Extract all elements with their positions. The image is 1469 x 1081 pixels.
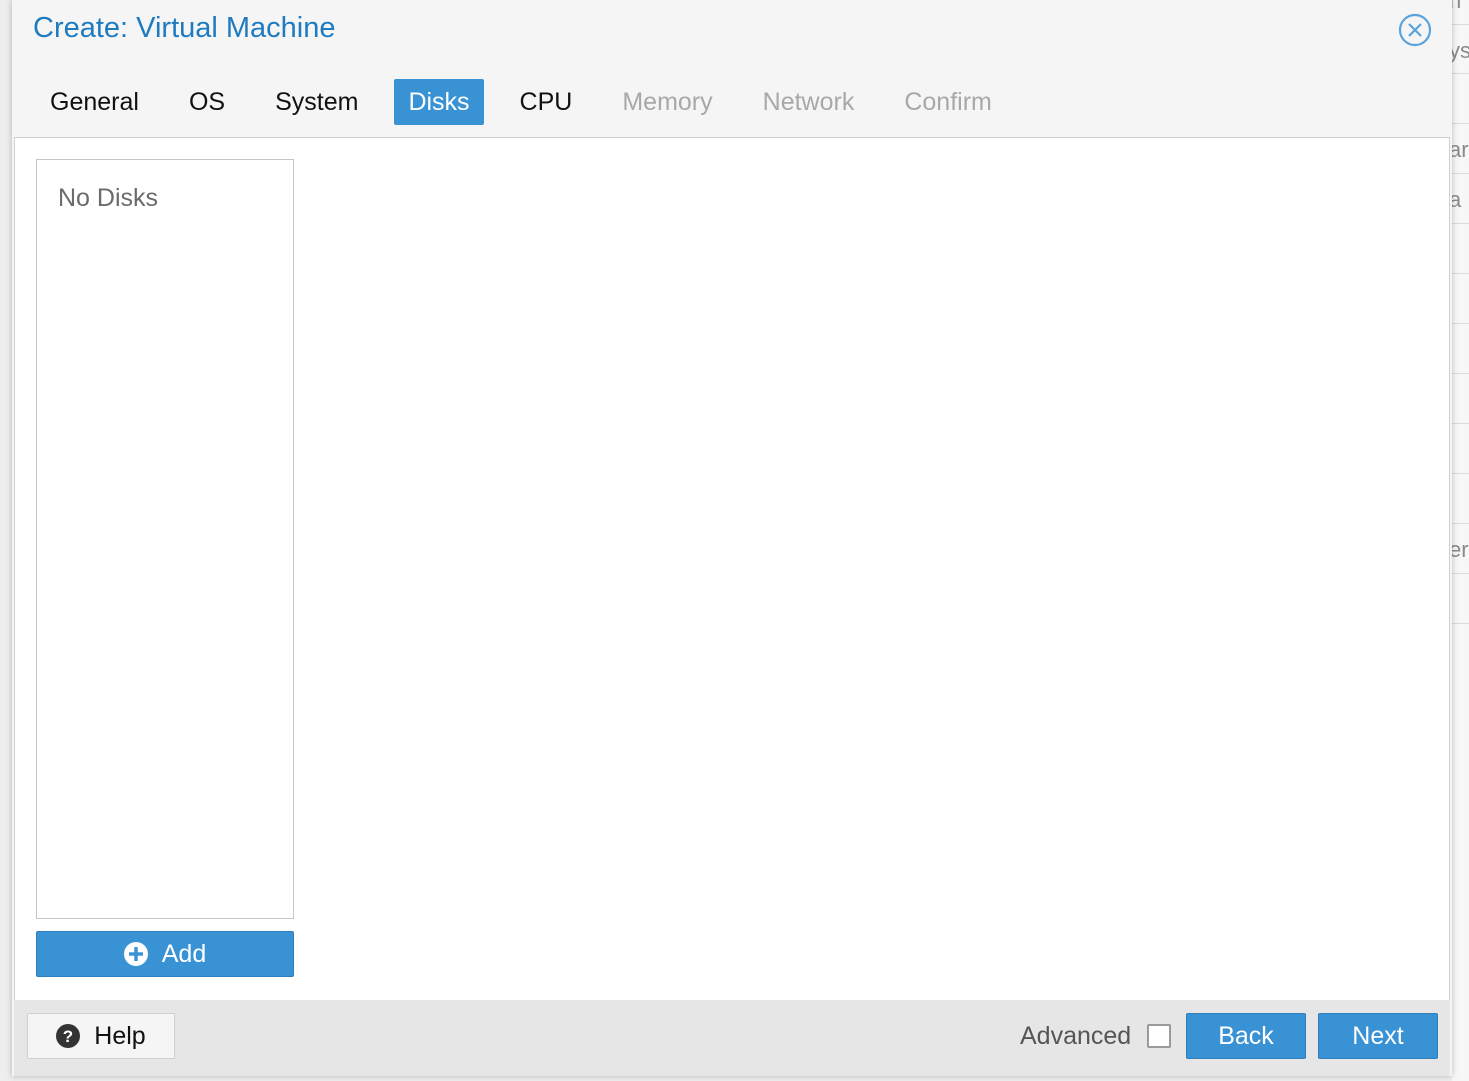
create-vm-dialog: Create: Virtual Machine General OS Syste… [12,0,1452,1076]
help-button[interactable]: ? Help [27,1013,175,1059]
background-row [1452,223,1469,274]
disks-panel: No Disks Add [14,137,1450,1001]
background-row [1452,473,1469,524]
tab-network: Network [762,88,855,116]
background-text: ys [1452,38,1469,63]
background-row [1452,373,1469,424]
question-circle-icon: ? [56,1024,81,1048]
add-disk-button[interactable]: Add [36,931,294,977]
tab-confirm: Confirm [904,88,992,116]
svg-text:?: ? [63,1027,73,1046]
background-row [1452,423,1469,474]
tab-memory: Memory [622,88,713,116]
advanced-checkbox[interactable] [1147,1024,1171,1048]
tab-general[interactable]: General [36,79,153,125]
next-button[interactable]: Next [1318,1013,1438,1059]
add-button-label: Add [161,939,207,968]
background-row [1452,323,1469,374]
help-button-label: Help [94,1021,146,1050]
back-button[interactable]: Back [1186,1013,1306,1059]
background-panel-edge: n ys ar a er [1452,0,1469,1081]
advanced-label: Advanced [1020,1022,1132,1050]
background-text: er [1452,537,1469,562]
disk-list[interactable]: No Disks [36,159,294,919]
background-row [1452,73,1469,124]
background-row: ar [1452,123,1469,174]
background-row [1452,273,1469,324]
background-row: ys [1452,24,1469,74]
background-row: a [1452,173,1469,224]
background-row: n [1452,0,1469,25]
close-icon[interactable] [1398,13,1432,47]
background-text: a [1452,187,1462,212]
tab-system[interactable]: System [261,79,372,125]
wizard-tabs: General OS System Disks CPU Memory Netwo… [36,79,1028,125]
background-row [1452,573,1469,624]
background-text: n [1452,0,1462,13]
plus-circle-icon [123,942,148,966]
tab-cpu[interactable]: CPU [506,79,587,125]
background-text: ar [1452,137,1469,162]
background-row: er [1452,523,1469,574]
dialog-footer: ? Help Advanced Back Next [14,1000,1450,1076]
dialog-title: Create: Virtual Machine [33,12,336,44]
tab-os[interactable]: OS [175,79,239,125]
empty-disks-text: No Disks [58,184,159,212]
tab-disks[interactable]: Disks [394,79,484,125]
